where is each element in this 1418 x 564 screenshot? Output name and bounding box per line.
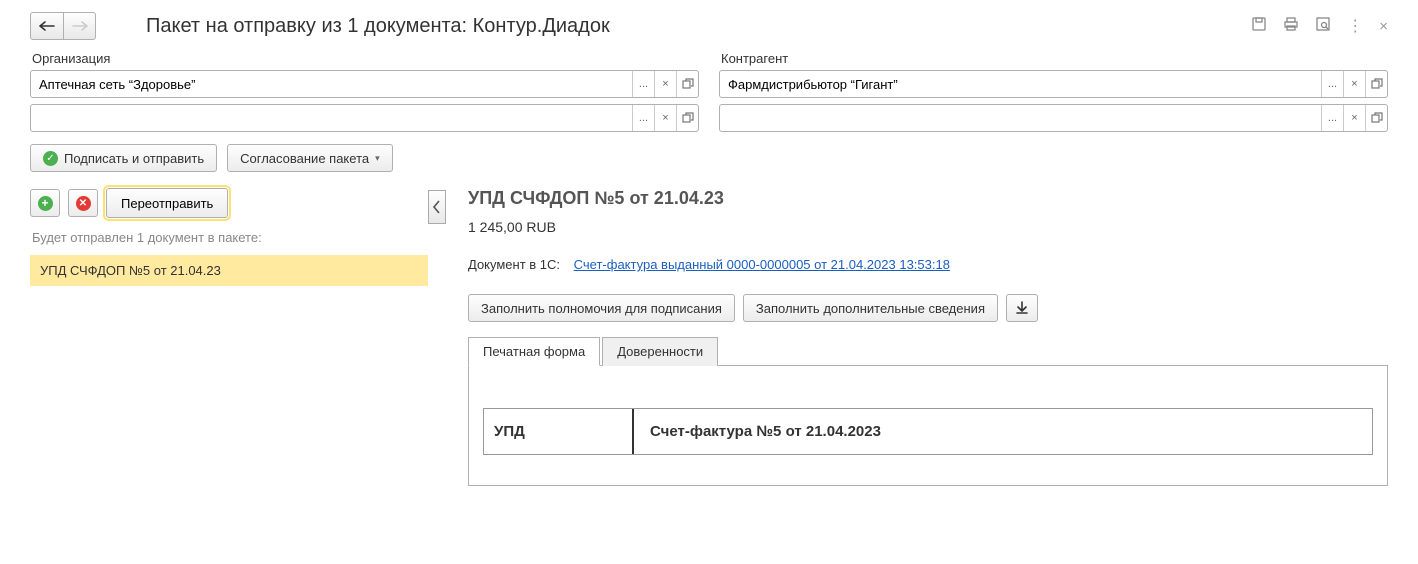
counterparty-extra-clear-button[interactable]: × [1343, 105, 1365, 131]
forward-button[interactable] [63, 13, 95, 39]
save-icon[interactable] [1251, 16, 1267, 36]
document-item[interactable]: УПД СЧФДОП №5 от 21.04.23 [30, 255, 428, 286]
nav-buttons [30, 12, 96, 40]
counterparty-input[interactable] [720, 71, 1321, 97]
fill-authority-button[interactable]: Заполнить полномочия для подписания [468, 294, 735, 322]
sign-send-label: Подписать и отправить [64, 151, 204, 166]
collapse-left-button[interactable] [428, 190, 446, 224]
tab-powers[interactable]: Доверенности [602, 337, 718, 366]
counterparty-extra-input-wrap: ... × [719, 104, 1388, 132]
counterparty-label: Контрагент [719, 48, 1388, 70]
window-tools: ⋮ × [1251, 16, 1388, 36]
plus-icon: + [38, 196, 53, 211]
print-invoice-label: Счет-фактура №5 от 21.04.2023 [634, 409, 897, 454]
document-link[interactable]: Счет-фактура выданный 0000-0000005 от 21… [574, 257, 950, 272]
document-link-label: Документ в 1С: [468, 257, 560, 272]
preview-icon[interactable] [1315, 16, 1331, 36]
check-icon: ✓ [43, 151, 58, 166]
document-title: УПД СЧФДОП №5 от 21.04.23 [468, 188, 1388, 209]
counterparty-extra-input[interactable] [720, 105, 1321, 131]
download-button[interactable] [1006, 294, 1038, 322]
resend-button[interactable]: Переотправить [106, 188, 228, 218]
org-select-button[interactable]: ... [632, 71, 654, 97]
counterparty-input-wrap: ... × [719, 70, 1388, 98]
more-icon[interactable]: ⋮ [1347, 16, 1363, 36]
counterparty-open-button[interactable] [1365, 71, 1387, 97]
org-extra-clear-button[interactable]: × [654, 105, 676, 131]
sign-send-button[interactable]: ✓ Подписать и отправить [30, 144, 217, 172]
org-extra-open-button[interactable] [676, 105, 698, 131]
document-amount: 1 245,00 RUB [468, 219, 1388, 235]
add-button[interactable]: + [30, 189, 60, 217]
fill-extra-button[interactable]: Заполнить дополнительные сведения [743, 294, 998, 322]
org-open-button[interactable] [676, 71, 698, 97]
org-input[interactable] [31, 71, 632, 97]
back-button[interactable] [31, 13, 63, 39]
close-icon[interactable]: × [1379, 18, 1388, 35]
counterparty-extra-select-button[interactable]: ... [1321, 105, 1343, 131]
org-input-wrap: ... × [30, 70, 699, 98]
delete-button[interactable]: ✕ [68, 189, 98, 217]
counterparty-select-button[interactable]: ... [1321, 71, 1343, 97]
right-panel: УПД СЧФДОП №5 от 21.04.23 1 245,00 RUB Д… [428, 188, 1388, 501]
print-preview: УПД Счет-фактура №5 от 21.04.2023 [468, 366, 1388, 486]
counterparty-clear-button[interactable]: × [1343, 71, 1365, 97]
counterparty-extra-open-button[interactable] [1365, 105, 1387, 131]
approval-label: Согласование пакета [240, 151, 369, 166]
left-panel: + ✕ Переотправить Будет отправлен 1 доку… [30, 188, 428, 501]
org-extra-select-button[interactable]: ... [632, 105, 654, 131]
org-extra-input[interactable] [31, 105, 632, 131]
dropdown-icon: ▾ [375, 153, 380, 164]
approval-button[interactable]: Согласование пакета ▾ [227, 144, 393, 172]
tabs: Печатная форма Доверенности [468, 336, 1388, 366]
download-icon [1015, 301, 1029, 315]
org-label: Организация [30, 48, 699, 70]
x-icon: ✕ [76, 196, 91, 211]
package-hint: Будет отправлен 1 документ в пакете: [32, 230, 428, 245]
print-icon[interactable] [1283, 16, 1299, 36]
print-upd-label: УПД [484, 409, 634, 454]
page-title: Пакет на отправку из 1 документа: Контур… [146, 15, 1251, 38]
org-clear-button[interactable]: × [654, 71, 676, 97]
org-extra-input-wrap: ... × [30, 104, 699, 132]
tab-print-form[interactable]: Печатная форма [468, 337, 600, 366]
